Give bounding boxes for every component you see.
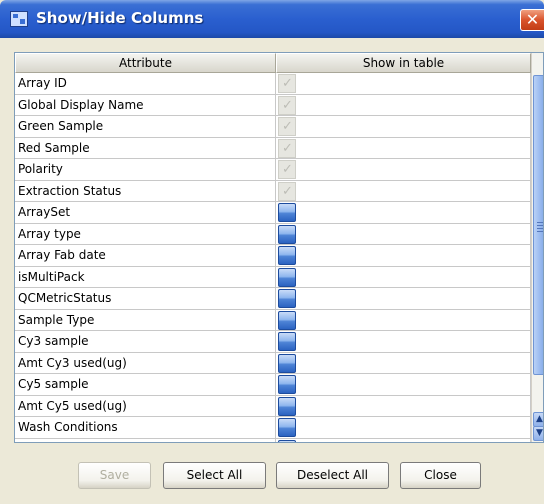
table-row[interactable]: Cy5 sample	[15, 374, 531, 396]
show-in-table-checkbox	[278, 117, 296, 136]
show-in-table-checkbox[interactable]	[278, 289, 296, 308]
show-in-table-cell	[276, 438, 531, 442]
attribute-cell: Sample Type	[15, 309, 276, 331]
show-in-table-checkbox[interactable]	[278, 396, 296, 416]
attribute-cell: Cy3 sample	[15, 331, 276, 353]
columns-table: Attribute Show in table Array IDGlobal D…	[14, 52, 544, 443]
show-in-table-cell	[276, 180, 531, 202]
scrollbar-thumb[interactable]	[533, 75, 543, 375]
show-in-table-cell	[276, 331, 531, 353]
vertical-scrollbar[interactable]: ▲ ▼	[531, 53, 543, 442]
show-in-table-checkbox[interactable]	[278, 203, 296, 222]
table-row[interactable]: Sample Type	[15, 309, 531, 331]
table-row[interactable]: Red Sample	[15, 137, 531, 159]
table-row[interactable]: Wash Conditions	[15, 417, 531, 439]
show-in-table-cell	[276, 395, 531, 417]
table-row[interactable]: Green Sample	[15, 116, 531, 138]
title-bar[interactable]: Show/Hide Columns ✕	[0, 0, 544, 38]
close-icon: ✕	[525, 10, 540, 29]
table-body: Array IDGlobal Display NameGreen SampleR…	[15, 73, 531, 442]
table-header: Attribute Show in table	[15, 53, 531, 73]
show-in-table-checkbox	[278, 95, 296, 115]
table-row[interactable]: Amt Cy3 used(ug)	[15, 352, 531, 374]
show-in-table-cell	[276, 352, 531, 374]
close-button[interactable]: Close	[400, 462, 481, 489]
show-in-table-cell	[276, 245, 531, 267]
show-in-table-checkbox	[278, 160, 296, 179]
header-attribute[interactable]: Attribute	[15, 53, 276, 73]
show-in-table-cell	[276, 309, 531, 331]
scroll-down-button[interactable]: ▼	[533, 426, 543, 441]
table-row[interactable]: Array Fab date	[15, 245, 531, 267]
show-hide-columns-dialog: Show/Hide Columns ✕ Attribute Show in ta…	[0, 0, 544, 504]
select-all-button[interactable]: Select All	[163, 462, 266, 489]
show-in-table-cell	[276, 266, 531, 288]
scrollbar-grip	[537, 222, 543, 223]
deselect-all-button[interactable]: Deselect All	[276, 462, 389, 489]
attribute-cell: Red Sample	[15, 137, 276, 159]
table-row[interactable]: ArraySet	[15, 202, 531, 224]
table-row[interactable]: QCMetricStatus	[15, 288, 531, 310]
attribute-cell: Array Fab date	[15, 245, 276, 267]
header-show-in-table[interactable]: Show in table	[276, 53, 531, 73]
show-in-table-cell	[276, 137, 531, 159]
show-in-table-checkbox[interactable]	[278, 224, 296, 244]
close-window-button[interactable]: ✕	[520, 9, 544, 31]
show-in-table-checkbox[interactable]	[278, 310, 296, 330]
show-in-table-cell	[276, 202, 531, 224]
window-icon	[10, 11, 28, 27]
attribute-cell: Amt Cy3 used(ug)	[15, 352, 276, 374]
table-row[interactable]: Array ID	[15, 73, 531, 95]
attribute-cell: QCMetricStatus	[15, 288, 276, 310]
table-row[interactable]: Polarity	[15, 159, 531, 181]
attribute-cell: Extraction Status	[15, 180, 276, 202]
table-row[interactable]: Cy3 sample	[15, 331, 531, 353]
show-in-table-cell	[276, 116, 531, 138]
show-in-table-cell	[276, 94, 531, 116]
window-title: Show/Hide Columns	[36, 9, 204, 27]
attribute-cell: Array type	[15, 223, 276, 245]
show-in-table-cell	[276, 159, 531, 181]
scroll-up-button[interactable]: ▲	[533, 412, 543, 427]
table-row[interactable]: Hybrid Re	[15, 438, 531, 442]
table-row[interactable]: Global Display Name	[15, 94, 531, 116]
show-in-table-cell	[276, 73, 531, 95]
attribute-cell: Green Sample	[15, 116, 276, 138]
attribute-cell: Wash Conditions	[15, 417, 276, 439]
show-in-table-cell	[276, 374, 531, 396]
attribute-cell: Amt Cy5 used(ug)	[15, 395, 276, 417]
save-button[interactable]: Save	[78, 462, 151, 489]
show-in-table-checkbox	[278, 181, 296, 201]
attribute-cell: Global Display Name	[15, 94, 276, 116]
show-in-table-checkbox[interactable]	[278, 246, 296, 265]
attribute-cell: ArraySet	[15, 202, 276, 224]
table-row[interactable]: isMultiPack	[15, 266, 531, 288]
show-in-table-checkbox[interactable]	[278, 418, 296, 437]
show-in-table-checkbox[interactable]	[278, 375, 296, 394]
attribute-cell: isMultiPack	[15, 266, 276, 288]
table-row[interactable]: Extraction Status	[15, 180, 531, 202]
show-in-table-checkbox	[278, 138, 296, 158]
show-in-table-checkbox	[278, 74, 296, 93]
attribute-cell: Array ID	[15, 73, 276, 95]
attribute-cell: Hybrid Re	[15, 438, 276, 442]
show-in-table-checkbox[interactable]	[278, 353, 296, 373]
show-in-table-checkbox[interactable]	[278, 267, 296, 287]
show-in-table-cell	[276, 417, 531, 439]
show-in-table-checkbox[interactable]	[278, 332, 296, 351]
show-in-table-cell	[276, 223, 531, 245]
table-row[interactable]: Amt Cy5 used(ug)	[15, 395, 531, 417]
show-in-table-checkbox[interactable]	[278, 439, 296, 442]
show-in-table-cell	[276, 288, 531, 310]
attribute-cell: Polarity	[15, 159, 276, 181]
attribute-cell: Cy5 sample	[15, 374, 276, 396]
table-row[interactable]: Array type	[15, 223, 531, 245]
